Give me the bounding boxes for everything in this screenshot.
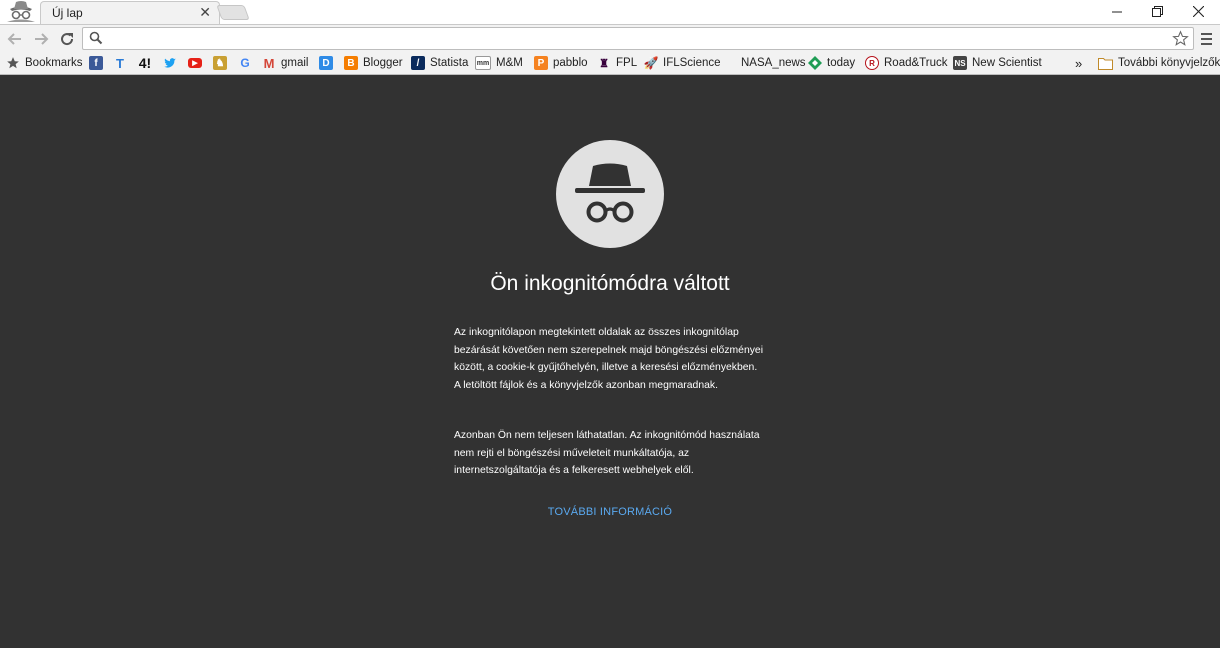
h-icon: 4!: [138, 55, 152, 71]
bookmark-statista[interactable]: / Statista: [411, 54, 468, 72]
bookmark-youtube[interactable]: ▶: [188, 54, 202, 72]
google-icon: G: [240, 56, 250, 70]
incognito-hero-icon: [556, 140, 664, 248]
bookmark-star-icon[interactable]: [1172, 30, 1189, 52]
bookmark-h[interactable]: 4!: [138, 54, 152, 72]
rocket-icon: 🚀: [643, 56, 659, 70]
learn-more-link[interactable]: TOVÁBBI INFORMÁCIÓ: [440, 506, 780, 518]
game-icon: ♞: [213, 56, 227, 70]
d-icon: D: [319, 56, 333, 70]
bookmark-label: IFLScience: [663, 57, 721, 69]
chrome-menu-button[interactable]: [1196, 28, 1216, 50]
today-icon: [808, 56, 822, 70]
bookmark-label: New Scientist: [972, 57, 1042, 69]
bookmark-twitter[interactable]: [163, 54, 177, 72]
mm-icon: mm: [475, 56, 491, 70]
bookmark-pabblo[interactable]: P pabblo: [534, 54, 588, 72]
bookmark-mm[interactable]: mm M&M: [475, 54, 523, 72]
bookmark-label: Bookmarks: [25, 57, 83, 69]
incognito-badge-icon: [4, 0, 38, 22]
bookmark-google[interactable]: G: [238, 54, 252, 72]
bookmark-facebook[interactable]: f: [89, 54, 103, 72]
overflow-chevron-icon: »: [1075, 55, 1083, 71]
search-icon: [89, 31, 103, 50]
bookmark-bookmarks[interactable]: Bookmarks: [6, 54, 83, 72]
reload-icon: [61, 33, 74, 46]
t-icon: T: [116, 55, 124, 71]
back-button[interactable]: [4, 28, 26, 50]
bookmark-label: pabblo: [553, 57, 588, 69]
forward-button[interactable]: [30, 28, 52, 50]
bookmark-t[interactable]: T: [113, 54, 127, 72]
pabblo-icon: P: [534, 56, 548, 70]
bookmark-label: Blogger: [363, 57, 403, 69]
bookmark-fpl[interactable]: ♜ FPL: [597, 54, 637, 72]
bookmarks-bar: Bookmarks f T 4! ▶ ♞ G M gmail D B Blogg…: [0, 51, 1220, 75]
star-icon: [7, 57, 19, 69]
bookmark-blogger[interactable]: B Blogger: [344, 54, 403, 72]
close-icon: [1192, 5, 1204, 17]
address-input[interactable]: [107, 30, 1167, 47]
incognito-page: Ön inkognitómódra váltott Az inkognitóla…: [0, 76, 1220, 648]
toolbar: [0, 24, 1220, 51]
bookmark-nasa-news[interactable]: NASA_news: [741, 54, 806, 72]
gmail-icon: M: [263, 55, 275, 71]
reload-button[interactable]: [56, 28, 78, 50]
back-arrow-icon: [7, 33, 21, 45]
bookmark-label: Statista: [430, 57, 469, 69]
tab-close-icon[interactable]: ✕: [199, 5, 211, 19]
facebook-icon: f: [89, 56, 103, 70]
bookmark-label: M&M: [496, 57, 523, 69]
minimize-icon: [1112, 11, 1122, 13]
bookmark-label: today: [827, 57, 856, 69]
page-title: Ön inkognitómódra váltott: [490, 272, 730, 295]
folder-icon: [1098, 57, 1113, 70]
youtube-icon: ▶: [188, 58, 202, 68]
bookmark-new-scientist[interactable]: NS New Scientist: [953, 54, 1042, 72]
bookmark-today[interactable]: today: [808, 54, 855, 72]
minimize-button[interactable]: [1097, 0, 1137, 22]
bookmark-label: gmail: [281, 57, 309, 69]
incognito-warning-paragraph: Azonban Ön nem teljesen láthatatlan. Az …: [454, 430, 760, 476]
bookmark-label: FPL: [616, 57, 638, 69]
bookmark-other-folder[interactable]: További könyvjelzők: [1098, 54, 1220, 72]
twitter-icon: [164, 58, 176, 68]
tab-strip: Új lap ✕: [0, 0, 1220, 24]
tab-title: Új lap: [52, 6, 83, 20]
bookmark-label: Road&Truck: [884, 57, 948, 69]
statista-icon: /: [411, 56, 425, 70]
bookmark-d[interactable]: D: [319, 54, 333, 72]
restore-button[interactable]: [1137, 0, 1177, 22]
newscientist-icon: NS: [953, 56, 967, 70]
bookmark-label: További könyvjelzők: [1118, 57, 1220, 69]
new-tab-button[interactable]: [216, 5, 250, 20]
bookmark-game[interactable]: ♞: [213, 54, 227, 72]
incognito-info-paragraph: Az inkognitólapon megtekintett oldalak a…: [454, 327, 764, 391]
roadtruck-icon: R: [865, 56, 879, 70]
forward-arrow-icon: [35, 33, 49, 45]
bookmark-iflscience[interactable]: 🚀 IFLScience: [644, 54, 721, 72]
bookmarks-overflow-button[interactable]: »: [1075, 54, 1082, 72]
restore-icon: [1151, 5, 1163, 17]
blogger-icon: B: [344, 56, 358, 70]
bookmark-label: NASA_news: [741, 57, 806, 69]
fpl-icon: ♜: [599, 57, 609, 70]
address-bar[interactable]: [82, 27, 1194, 50]
tab-new-tab[interactable]: Új lap ✕: [40, 1, 220, 24]
bookmark-gmail[interactable]: M gmail: [262, 54, 309, 72]
bookmark-road-truck[interactable]: R Road&Truck: [865, 54, 948, 72]
close-window-button[interactable]: [1178, 0, 1218, 22]
